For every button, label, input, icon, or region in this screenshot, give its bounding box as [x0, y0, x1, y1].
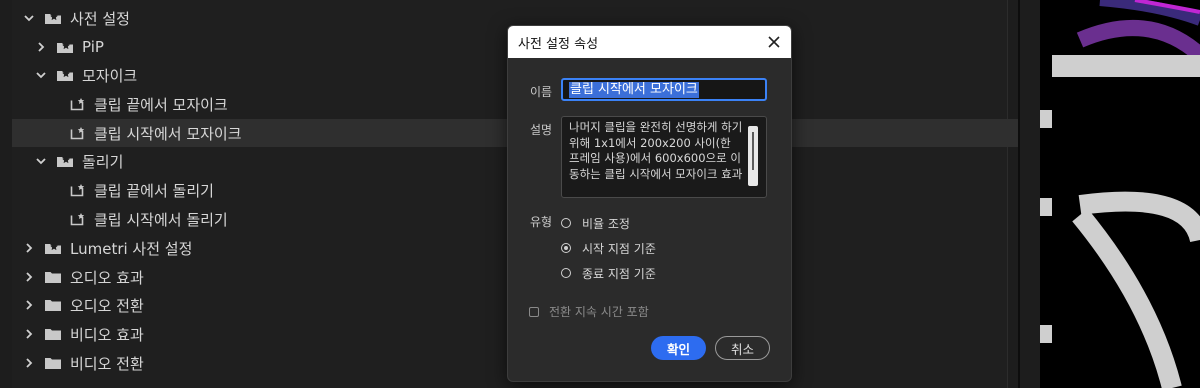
preset-folder-icon	[44, 11, 62, 25]
tree-item-label: 클립 끝에서 돌리기	[94, 181, 214, 200]
folder-icon	[44, 270, 62, 284]
tree-item-label: Lumetri 사전 설정	[70, 239, 193, 258]
radio-label: 시작 지점 기준	[582, 241, 656, 256]
preset-icon	[70, 212, 86, 226]
tree-item-label: PiP	[82, 38, 104, 56]
panel-gap	[1020, 0, 1040, 388]
chevron-down-icon[interactable]	[34, 68, 48, 82]
include-duration-checkbox[interactable]	[529, 306, 539, 317]
program-monitor-preview	[1040, 0, 1200, 388]
preset-properties-dialog: 사전 설정 속성 이름 클립 시작에서 모자이크 설명 나머지 클립을 완전히 …	[507, 25, 792, 382]
scrollbar-thumb[interactable]	[752, 132, 754, 170]
tree-item-label: 클립 시작에서 모자이크	[94, 124, 242, 143]
folder-icon	[44, 327, 62, 341]
folder-icon	[44, 356, 62, 370]
name-label: 이름	[530, 85, 553, 99]
chevron-right-icon[interactable]	[22, 327, 36, 341]
radio-anchor-in[interactable]: 시작 지점 기준	[561, 239, 656, 257]
chevron-right-icon[interactable]	[22, 270, 36, 284]
tree-item-label: 비디오 전환	[70, 354, 144, 373]
chevron-right-icon[interactable]	[34, 40, 48, 54]
description-textarea[interactable]: 나머지 클립을 완전히 선명하게 하기 위해 1x1에서 200x200 사이(…	[561, 116, 767, 198]
name-input-value: 클립 시작에서 모자이크	[569, 81, 699, 98]
tree-item-label: 클립 시작에서 돌리기	[94, 210, 228, 229]
type-label: 유형	[530, 215, 553, 229]
chevron-down-icon[interactable]	[34, 154, 48, 168]
tree-item-label: 오디오 전환	[70, 296, 144, 315]
preset-folder-icon	[56, 154, 74, 168]
tree-item-label: 비디오 효과	[70, 325, 144, 344]
dialog-title-bar[interactable]: 사전 설정 속성	[508, 26, 791, 58]
include-duration-checkbox-row[interactable]: 전환 지속 시간 포함	[529, 303, 649, 320]
radio-button[interactable]	[561, 268, 571, 278]
folder-icon	[44, 298, 62, 312]
chevron-right-icon[interactable]	[22, 356, 36, 370]
radio-label: 비율 조정	[582, 216, 630, 231]
description-text: 나머지 클립을 완전히 선명하게 하기 위해 1x1에서 200x200 사이(…	[569, 120, 743, 181]
preset-folder-icon	[44, 241, 62, 255]
chevron-down-icon[interactable]	[22, 11, 36, 25]
preset-icon	[70, 126, 86, 140]
description-scrollbar[interactable]	[748, 126, 758, 186]
chevron-right-icon[interactable]	[22, 241, 36, 255]
chevron-right-icon[interactable]	[22, 298, 36, 312]
preset-icon	[70, 97, 86, 111]
include-duration-label: 전환 지속 시간 포함	[549, 305, 649, 319]
tree-item-label: 모자이크	[82, 66, 138, 85]
preset-folder-icon	[56, 68, 74, 82]
description-label: 설명	[530, 123, 553, 137]
tree-item-label: 돌리기	[82, 152, 124, 171]
preset-icon	[70, 183, 86, 197]
dialog-title: 사전 설정 속성	[518, 36, 599, 52]
name-input[interactable]: 클립 시작에서 모자이크	[561, 78, 767, 101]
radio-label: 종료 지점 기준	[582, 266, 656, 281]
radio-button-checked[interactable]	[561, 243, 571, 253]
radio-anchor-out[interactable]: 종료 지점 기준	[561, 264, 656, 282]
tree-item-label: 사전 설정	[70, 9, 130, 28]
ok-button[interactable]: 확인	[651, 336, 706, 360]
close-icon[interactable]	[765, 33, 783, 51]
tree-item-label: 클립 끝에서 모자이크	[94, 95, 228, 114]
cancel-button[interactable]: 취소	[715, 336, 770, 360]
preset-folder-icon	[56, 40, 74, 54]
radio-button[interactable]	[561, 218, 571, 228]
tree-item-label: 오디오 효과	[70, 268, 144, 287]
radio-scale[interactable]: 비율 조정	[561, 214, 630, 232]
